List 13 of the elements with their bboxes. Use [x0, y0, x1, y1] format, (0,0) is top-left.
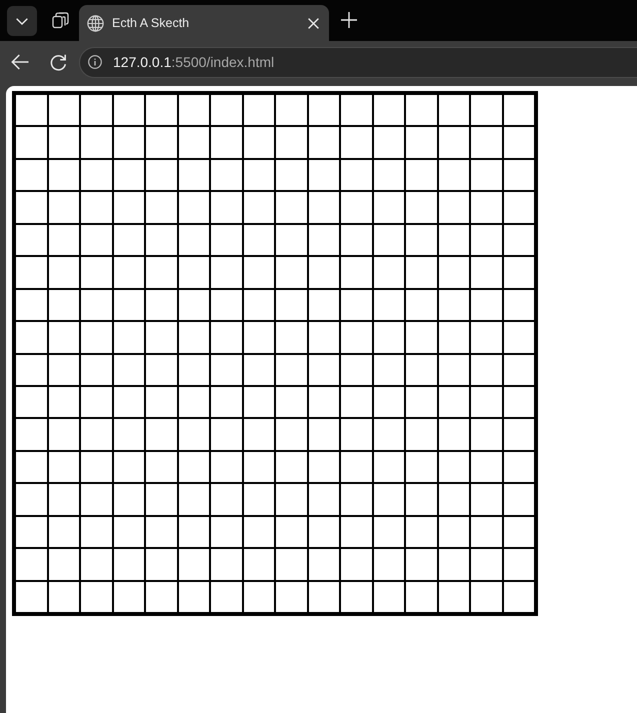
address-bar[interactable]: 127.0.0.1:5500/index.html — [79, 46, 637, 78]
stacked-squares-icon[interactable] — [52, 12, 69, 29]
back-arrow-icon[interactable] — [11, 54, 29, 70]
reload-icon[interactable] — [50, 54, 67, 70]
tab-title: Ecth A Skecth — [112, 16, 190, 30]
globe-icon — [87, 14, 104, 32]
browser-tab[interactable]: Ecth A Skecth — [79, 5, 329, 41]
url-text: 127.0.0.1:5500/index.html — [113, 54, 274, 70]
info-icon[interactable] — [88, 55, 102, 69]
tab-menu-button[interactable] — [7, 6, 37, 36]
close-icon[interactable] — [308, 18, 319, 28]
chevron-down-icon — [16, 18, 28, 24]
plus-icon[interactable] — [341, 12, 357, 28]
